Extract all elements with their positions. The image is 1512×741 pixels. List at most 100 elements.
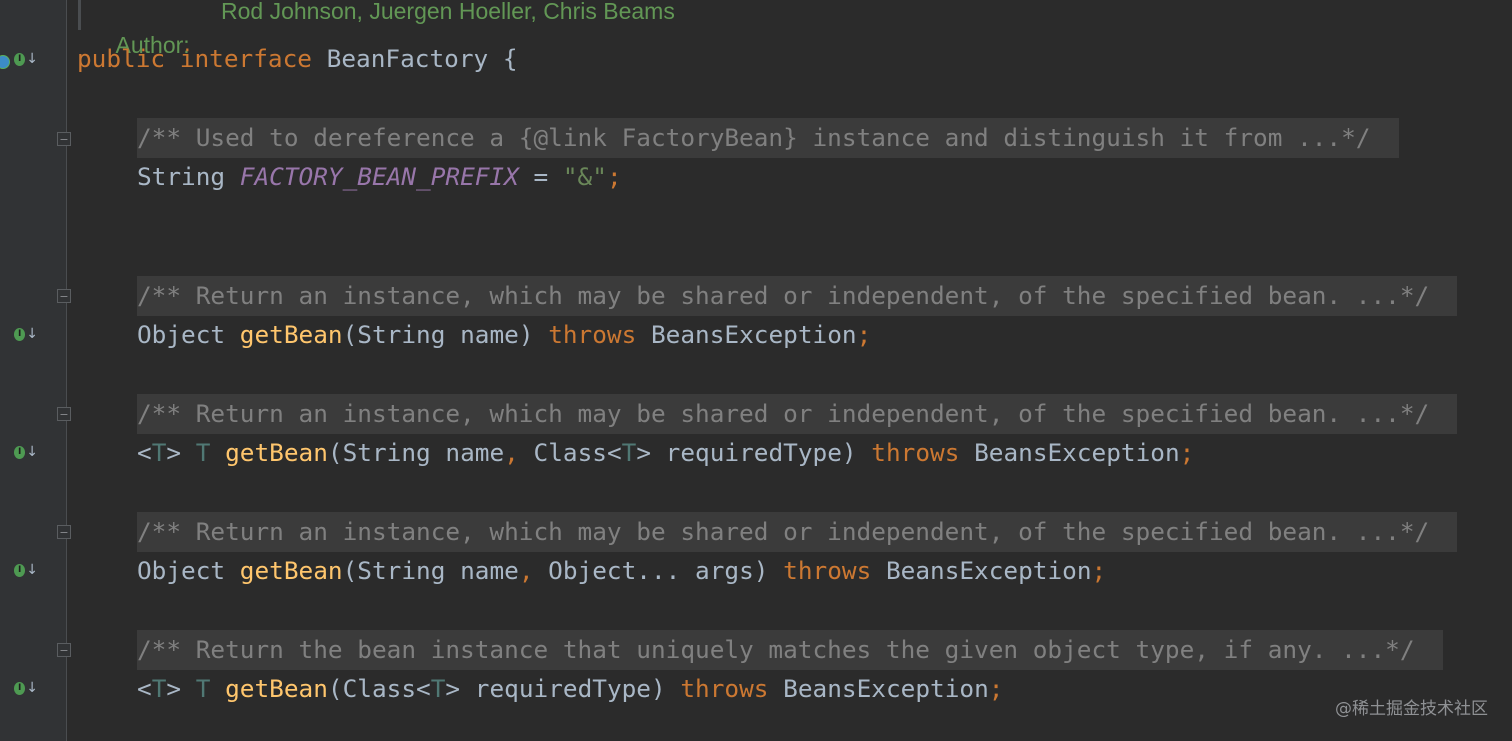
implemented-by-marker[interactable]: I ↓ <box>14 559 38 581</box>
implementation-icon: I <box>14 327 26 341</box>
keyword-throws: throws <box>783 556 872 585</box>
doc-comment-text: /** Used to dereference a {@link Factory… <box>137 123 1371 152</box>
params-close: ) <box>753 556 784 585</box>
author-doc: Author: Rod Johnson, Juergen Hoeller, Chr… <box>104 0 675 58</box>
generic-in-close: > <box>636 438 651 467</box>
author-value: Rod Johnson, Juergen Hoeller, Chris Beam… <box>221 0 675 24</box>
folded-doc-comment[interactable]: /** Return the bean instance that unique… <box>137 630 1443 670</box>
fold-toggle-doc-5[interactable]: − <box>57 643 71 657</box>
generic-in-type: T <box>621 438 637 467</box>
generic-close: > <box>166 674 196 703</box>
exception-type: BeansException <box>636 320 857 349</box>
return-type <box>210 674 225 703</box>
folded-doc-comment[interactable]: /** Return an instance, which may be sha… <box>137 276 1457 316</box>
arrow-down-icon: ↓ <box>26 51 38 67</box>
field-type: String <box>137 162 240 191</box>
fold-icon: − <box>59 525 69 539</box>
params-close: requiredType) <box>651 438 872 467</box>
generic-open: < <box>137 674 152 703</box>
params-b: Class <box>518 438 607 467</box>
comma: , <box>518 556 534 585</box>
params: (String name <box>327 438 505 467</box>
implementation-icon: I <box>14 563 26 577</box>
params-b: Object... args <box>533 556 754 585</box>
semicolon: ; <box>856 320 872 349</box>
method-declaration[interactable]: Object getBean(String name, Object... ar… <box>137 551 1106 591</box>
keyword-throws: throws <box>871 438 960 467</box>
keyword-throws: throws <box>548 320 637 349</box>
semicolon: ; <box>606 162 622 191</box>
comma: , <box>504 438 519 467</box>
implementation-icon: I <box>14 681 26 695</box>
generic-in-open: < <box>606 438 622 467</box>
folded-doc-comment[interactable]: /** Return an instance, which may be sha… <box>137 512 1457 552</box>
generic-open: < <box>137 438 152 467</box>
method-declaration[interactable]: <T> T getBean(Class<T> requiredType) thr… <box>137 669 1003 709</box>
field-declaration[interactable]: String FACTORY_BEAN_PREFIX = "&"; <box>137 157 622 197</box>
field-name: FACTORY_BEAN_PREFIX <box>239 162 519 191</box>
generic-in-type: T <box>430 674 446 703</box>
fold-icon: − <box>59 407 69 421</box>
return-type-param: T <box>195 438 211 467</box>
editor-gutter <box>0 0 67 741</box>
generic-in-close: > <box>445 674 461 703</box>
semicolon: ; <box>1091 556 1107 585</box>
method-name: getBean <box>239 320 343 349</box>
doc-comment-text: /** Return an instance, which may be sha… <box>137 281 1430 310</box>
fold-icon: − <box>59 289 69 303</box>
interface-name: BeanFactory <box>326 44 489 73</box>
arrow-down-icon: ↓ <box>26 444 38 460</box>
string-literal: "&" <box>562 162 607 191</box>
fold-toggle-doc-1[interactable]: − <box>57 132 71 146</box>
exception-type: BeansException <box>768 674 989 703</box>
doc-comment-text: /** Return an instance, which may be sha… <box>137 399 1430 428</box>
fold-toggle-doc-3[interactable]: − <box>57 407 71 421</box>
folded-doc-comment[interactable]: /** Used to dereference a {@link Factory… <box>137 118 1399 158</box>
doc-comment-text: /** Return an instance, which may be sha… <box>137 517 1430 546</box>
assign-op: = <box>518 162 563 191</box>
return-type: Object <box>137 556 240 585</box>
arrow-down-icon: ↓ <box>26 326 38 342</box>
implemented-by-marker[interactable]: I ↓ <box>14 323 38 345</box>
method-name: getBean <box>225 438 328 467</box>
params: (String name <box>342 556 519 585</box>
implemented-by-marker[interactable]: I ↓ <box>14 677 38 699</box>
watermark: @稀土掘金技术社区 <box>1335 699 1488 719</box>
method-name: getBean <box>225 674 328 703</box>
folded-doc-comment[interactable]: /** Return an instance, which may be sha… <box>137 394 1457 434</box>
keyword-throws: throws <box>680 674 769 703</box>
implementation-icon: I <box>14 52 26 66</box>
arrow-down-icon: ↓ <box>26 562 38 578</box>
rendered-doc-bar <box>78 0 81 30</box>
implementation-icon: I <box>14 445 26 459</box>
method-name: getBean <box>239 556 343 585</box>
type-param: T <box>151 438 167 467</box>
implemented-by-marker[interactable]: I ↓ <box>14 48 38 70</box>
interface-declaration[interactable]: public interface BeanFactory { <box>77 39 518 79</box>
return-type: Object <box>137 320 240 349</box>
method-declaration[interactable]: <T> T getBean(String name, Class<T> requ… <box>137 433 1194 473</box>
semicolon: ; <box>1179 438 1195 467</box>
params: (String name <box>342 320 519 349</box>
method-declaration[interactable]: Object getBean(String name) throws Beans… <box>137 315 871 355</box>
params-close: ) <box>518 320 549 349</box>
generic-in-open: < <box>416 674 431 703</box>
type-param: T <box>151 674 167 703</box>
arrow-down-icon: ↓ <box>26 680 38 696</box>
keyword-interface: interface <box>179 44 312 73</box>
fold-toggle-doc-4[interactable]: − <box>57 525 71 539</box>
params-close: requiredType) <box>460 674 681 703</box>
fold-toggle-doc-2[interactable]: − <box>57 289 71 303</box>
exception-type: BeansException <box>959 438 1180 467</box>
keyword-public: public <box>77 44 166 73</box>
generic-close: > <box>166 438 196 467</box>
fold-icon: − <box>59 643 69 657</box>
semicolon: ; <box>988 674 1004 703</box>
implemented-by-marker[interactable]: I ↓ <box>14 441 38 463</box>
doc-comment-text: /** Return the bean instance that unique… <box>137 635 1415 664</box>
params: (Class <box>327 674 417 703</box>
return-type-param: T <box>195 674 211 703</box>
exception-type: BeansException <box>871 556 1092 585</box>
return-type <box>210 438 225 467</box>
fold-icon: − <box>59 132 69 146</box>
